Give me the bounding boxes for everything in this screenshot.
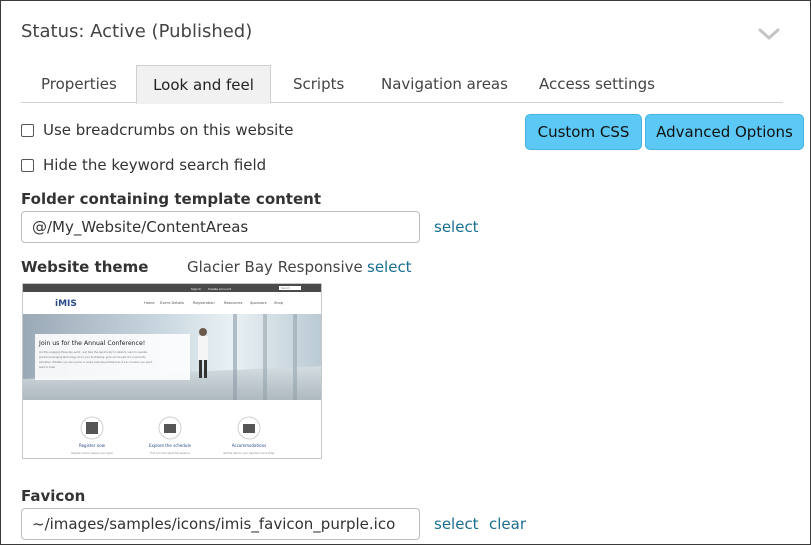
breadcrumbs-checkbox[interactable] xyxy=(21,123,34,137)
preview-feature-register: Register now xyxy=(79,443,106,448)
theme-name: Glacier Bay Responsive xyxy=(187,258,363,276)
tab-access-settings[interactable]: Access settings xyxy=(539,65,655,103)
preview-hero-line-4: want to miss! xyxy=(39,366,55,369)
folder-label: Folder containing template content xyxy=(21,190,321,208)
preview-hero-line-1: Join this engaging three-day event - and… xyxy=(38,351,147,354)
preview-feature-register-caption: Register now to reserve your spot! xyxy=(71,452,112,455)
tab-bar: Properties Look and feel Scripts Navigat… xyxy=(21,65,783,104)
preview-nav-shop: Shop xyxy=(274,301,284,305)
favicon-label: Favicon xyxy=(21,487,86,505)
theme-preview: Sign In Create account Search iMIS Home … xyxy=(22,283,322,459)
status-title: Status: Active (Published) xyxy=(21,21,253,42)
preview-logo: iMIS xyxy=(55,299,77,309)
preview-hero-line-2: practice leveraging technology. Go to yo… xyxy=(39,356,146,359)
preview-nav-registration: Registration xyxy=(193,301,215,305)
favicon-input[interactable]: ~/images/samples/icons/imis_favicon_purp… xyxy=(21,508,420,540)
preview-feature-schedule: Explore the schedule xyxy=(149,443,192,448)
tab-properties[interactable]: Properties xyxy=(41,65,117,103)
preview-hero-line-3: education. Whether you are a junior or s… xyxy=(39,361,152,364)
tab-navigation-areas[interactable]: Navigation areas xyxy=(381,65,508,103)
favicon-clear-link[interactable]: clear xyxy=(489,515,526,533)
preview-feature-accommodations: Accommodations xyxy=(232,443,267,448)
hide-search-label: Hide the keyword search field xyxy=(43,156,267,174)
preview-create-account: Create account xyxy=(208,287,232,291)
favicon-select-link[interactable]: select xyxy=(434,515,479,533)
preview-nav-sponsors: Sponsors xyxy=(250,301,267,305)
chevron-down-icon[interactable] xyxy=(757,25,781,43)
theme-label: Website theme xyxy=(21,258,149,276)
preview-nav-resources: Resources xyxy=(224,301,242,305)
breadcrumbs-option: Use breadcrumbs on this website xyxy=(21,121,293,139)
folder-input[interactable]: @/My_Website/ContentAreas xyxy=(21,211,420,243)
preview-hero-title: Join us for the Annual Conference! xyxy=(38,340,145,347)
tab-look-and-feel[interactable]: Look and feel xyxy=(136,65,271,104)
preview-sign-in: Sign In xyxy=(191,287,201,291)
theme-preview-image: Sign In Create account Search iMIS Home … xyxy=(23,284,321,455)
preview-feature-schedule-caption: Find out more about the sessions xyxy=(150,452,190,455)
folder-select-link[interactable]: select xyxy=(434,218,479,236)
theme-select-link[interactable]: select xyxy=(367,258,412,276)
custom-css-button[interactable]: Custom CSS xyxy=(525,114,642,150)
breadcrumbs-label: Use breadcrumbs on this website xyxy=(43,121,294,139)
tab-scripts[interactable]: Scripts xyxy=(293,65,344,103)
website-settings-panel: Status: Active (Published) Properties Lo… xyxy=(0,0,811,545)
preview-feature-accommodations-caption: Get the rate for your selected rooms tod… xyxy=(223,452,275,455)
hide-search-option: Hide the keyword search field xyxy=(21,156,266,174)
preview-nav-home: Home xyxy=(144,301,155,305)
advanced-options-button[interactable]: Advanced Options xyxy=(645,114,804,150)
preview-nav-event-details: Event Details xyxy=(160,301,184,305)
preview-search: Search xyxy=(281,286,290,290)
hide-search-checkbox[interactable] xyxy=(21,158,34,172)
